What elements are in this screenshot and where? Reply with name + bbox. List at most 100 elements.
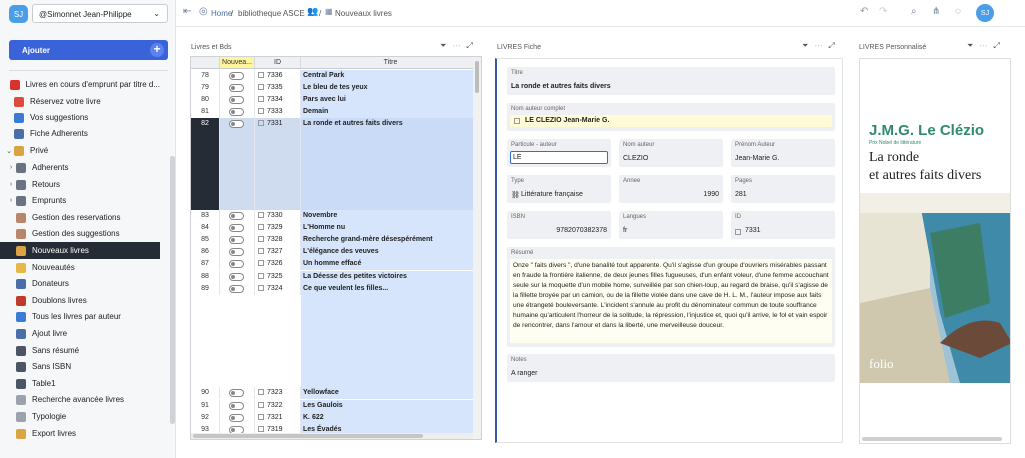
title-cell[interactable]: Recherche grand-mère désespérément [301,234,481,247]
field-particule[interactable]: Particule - auteur LE [507,139,611,167]
field-isbn[interactable]: ISBN 9782070382378 [507,211,611,239]
undo-icon[interactable]: ↶ [860,6,868,17]
title-cell[interactable]: K. 622 [301,412,481,425]
table-row[interactable]: 89 7324 Ce que veulent les filles... [191,283,481,296]
sidebar-item[interactable]: Nouveautés [0,259,160,276]
avatar[interactable]: SJ [976,4,994,22]
id-column-header[interactable]: ID [255,57,301,69]
breadcrumb-home[interactable]: Home [211,9,232,18]
workspace-badge[interactable]: SJ [9,5,28,23]
table-row[interactable]: 87 7326 Un homme effacé [191,258,481,271]
sidebar-item[interactable]: Tous les livres par auteur [0,308,160,325]
sidebar-item[interactable]: Réservez votre livre [0,93,160,110]
sidebar-item[interactable]: Livres en cours d'emprunt par titre d... [0,76,160,93]
table-row[interactable]: 84 7329 L'Homme nu [191,222,481,235]
breadcrumb-database[interactable]: bibliotheque ASCE [238,9,305,18]
expand-sidebar-icon[interactable]: ⇤ [183,6,191,17]
toggle-switch[interactable] [229,389,244,397]
title-cell[interactable]: Ce que veulent les filles... [301,283,481,296]
toggle-switch[interactable] [229,414,244,422]
sidebar-item[interactable]: › Emprunts [0,192,160,209]
sidebar-item[interactable]: Ajout livre [0,325,160,342]
share-icon[interactable]: ⋔ [932,6,940,17]
toggle-switch[interactable] [229,402,244,410]
toggle-switch[interactable] [229,285,244,293]
grid-scrollbar-thumb[interactable] [475,61,479,93]
sidebar-item[interactable]: Nouveaux livres [0,242,160,259]
field-annee[interactable]: Annee 1990 [619,175,723,203]
toggle-switch[interactable] [229,108,244,116]
field-resume[interactable]: Résumé Onze " faits divers ", d'une bana… [507,247,835,347]
table-row[interactable]: 80 7334 Pars avec lui [191,94,481,107]
user-select[interactable]: @Simonnet Jean-Philippe ⌄ [32,4,168,23]
sidebar-item[interactable]: Doublons livres [0,292,160,309]
table-row[interactable]: 83 7330 Novembre [191,210,481,223]
toggle-column-header[interactable]: Nouvea... [220,57,255,69]
help-icon[interactable]: ◌ [955,6,961,17]
sidebar-item[interactable]: › Adherents [0,159,160,176]
table-row[interactable]: 78 7336 Central Park [191,70,481,83]
sidebar-item[interactable]: Export livres [0,425,160,442]
toggle-switch[interactable] [229,236,244,244]
table-row[interactable]: 88 7325 La Déesse des petites victoires [191,271,481,284]
add-button[interactable]: Ajouter + [9,40,168,60]
field-nom[interactable]: Nom auteur CLEZIO [619,139,723,167]
field-langues[interactable]: Langues fr [619,211,723,239]
sidebar-item[interactable]: Table1 [0,375,160,392]
title-cell[interactable]: L'élégance des veuves [301,246,481,259]
sidebar-item[interactable]: Gestion des suggestions [0,225,160,242]
field-id[interactable]: ID 7331 [731,211,835,239]
chevron-icon[interactable]: › [6,197,16,204]
toggle-switch[interactable] [229,96,244,104]
field-notes[interactable]: Notes A ranger [507,354,835,382]
field-pages[interactable]: Pages 281 [731,175,835,203]
chevron-icon[interactable]: › [6,181,16,188]
search-icon[interactable]: ⌕ [911,6,917,17]
sidebar-scrollbar[interactable] [170,156,175,424]
toggle-switch[interactable] [229,260,244,268]
sidebar-item[interactable]: Recherche avancée livres [0,391,160,408]
cover-panel-tools[interactable]: ⏷⋯⤢ [967,41,1006,51]
toggle-switch[interactable] [229,120,244,128]
title-cell[interactable]: La Déesse des petites victoires [301,271,481,284]
table-row[interactable]: 81 7333 Demain [191,106,481,119]
title-cell[interactable]: Le bleu de tes yeux [301,82,481,95]
table-row[interactable]: 85 7328 Recherche grand-mère désespérément [191,234,481,247]
sidebar-item[interactable]: › Retours [0,176,160,193]
field-nom-complet[interactable]: Nom auteur complet LE CLEZIO Jean-Marie … [507,103,835,131]
title-cell[interactable]: La ronde et autres faits divers [301,118,481,210]
title-column-header[interactable]: Titre [301,57,481,69]
title-cell[interactable]: Un homme effacé [301,258,481,271]
title-cell[interactable]: L'Homme nu [301,222,481,235]
sidebar-item[interactable]: Gestion des reservations [0,209,160,226]
title-cell[interactable]: Demain [301,106,481,119]
sidebar-item[interactable]: Typologie [0,408,160,425]
title-cell[interactable]: Yellowface [301,387,481,400]
toggle-switch[interactable] [229,248,244,256]
cover-hscroll[interactable] [862,437,1002,441]
chevron-icon[interactable]: › [6,164,16,171]
sidebar-item[interactable]: Fiche Adherents [0,125,160,142]
form-panel-tools[interactable]: ⏷⋯⤢ [802,41,841,51]
toggle-switch[interactable] [229,84,244,92]
field-type[interactable]: Type ⛓ Littérature française [507,175,611,203]
toggle-switch[interactable] [229,212,244,220]
title-cell[interactable]: Central Park [301,70,481,83]
table-row[interactable]: 86 7327 L'élégance des veuves [191,246,481,259]
title-cell[interactable]: Pars avec lui [301,94,481,107]
chevron-icon[interactable]: ⌄ [4,147,14,155]
grid-hscroll-thumb[interactable] [193,434,423,438]
table-row[interactable]: 90 7323 Yellowface [191,387,481,400]
toggle-switch[interactable] [229,273,244,281]
sidebar-item[interactable]: ⌄ Privé [0,142,160,159]
toggle-switch[interactable] [229,224,244,232]
sidebar-item[interactable]: Sans résumé [0,342,160,359]
particule-input[interactable]: LE [510,151,608,164]
sidebar-item[interactable]: Donateurs [0,275,160,292]
title-cell[interactable]: Les Gaulois [301,400,481,413]
table-row[interactable]: 79 7335 Le bleu de tes yeux [191,82,481,95]
grid-panel-tools[interactable]: ⏷⋯⤢ [440,41,479,51]
field-titre[interactable]: Titre La ronde et autres faits divers [507,67,835,95]
table-row[interactable]: 91 7322 Les Gaulois [191,400,481,413]
redo-icon[interactable]: ↷ [879,6,887,17]
